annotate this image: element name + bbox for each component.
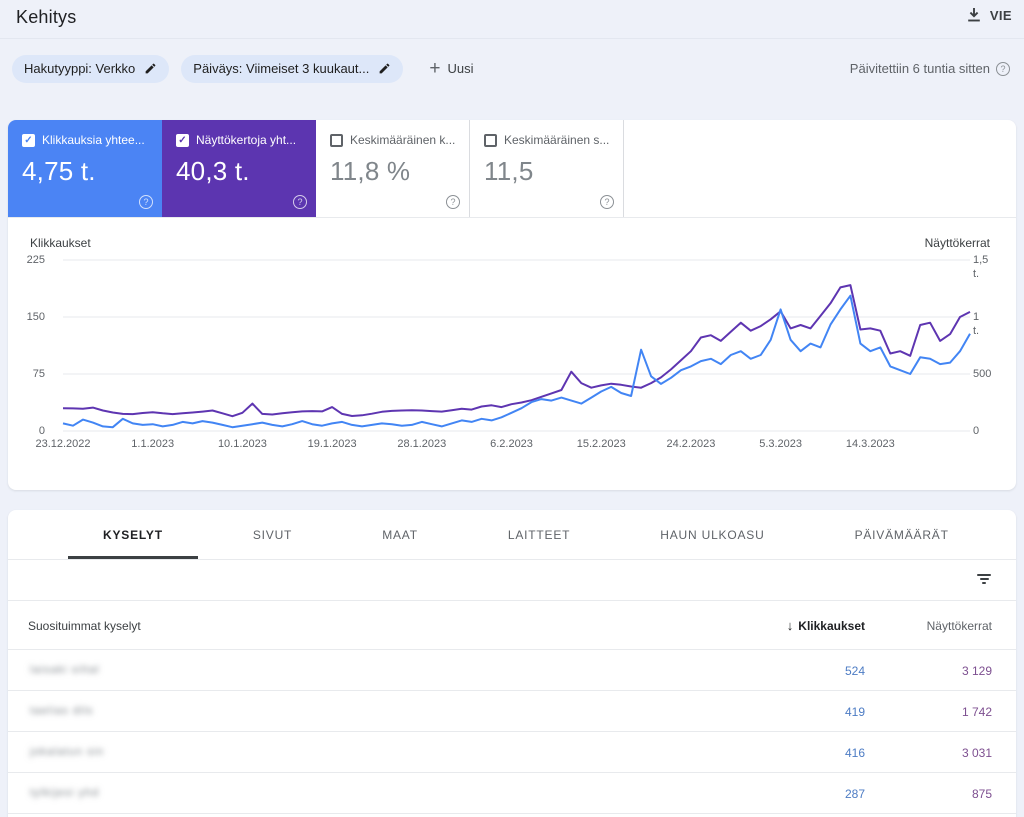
left-axis-label: Klikkaukset	[30, 236, 91, 250]
clicks-cell: 524	[844, 664, 865, 678]
metric-value: 4,75 t.	[22, 156, 96, 186]
details-card: KYSELYT SIVUT MAAT LAITTEET HAUN ULKOASU PÄIV…	[8, 510, 1016, 817]
x-axis-label: 5.3.2023	[759, 438, 803, 450]
filter-icon[interactable]	[976, 574, 992, 584]
query-cell-redacted: laisaki siltal	[30, 664, 100, 676]
right-axis-tick: 0	[973, 425, 980, 437]
right-axis-tick: 500	[973, 368, 992, 380]
filter-chip-label: Päiväys: Viimeiset 3 kuukaut...	[193, 61, 370, 76]
performance-chart-svg	[62, 259, 971, 432]
tab-sivut[interactable]: SIVUT	[208, 510, 337, 559]
tab-p-iv-m-r-t[interactable]: PÄIVÄMÄÄRÄT	[810, 510, 994, 559]
performance-card: ✓ Klikkauksia yhtee... 4,75 t. ? ✓ Näytt…	[8, 120, 1016, 490]
metric-value: 11,5	[484, 156, 534, 186]
x-axis-labels: 23.12.2022 1.1.2023 10.1.2023 19.1.2023 28.1…	[35, 438, 970, 454]
table-row[interactable]: laisaki siltal 524 3 129	[8, 650, 1016, 691]
metric-label: Näyttökertoja yht...	[196, 133, 297, 147]
checkbox-unchecked-icon[interactable]	[484, 133, 497, 147]
edit-icon	[145, 63, 156, 74]
x-axis-label: 14.3.2023	[845, 438, 895, 450]
table-body: laisaki siltal 524 3 129 taelias dils 419 1 7…	[8, 650, 1016, 814]
new-filter-button[interactable]: + Uusi	[429, 59, 473, 78]
metrics-row: ✓ Klikkauksia yhtee... 4,75 t. ? ✓ Näytt…	[8, 120, 1016, 218]
tab-kyselyt[interactable]: KYSELYT	[58, 510, 208, 559]
impressions-cell: 3 031	[961, 746, 992, 760]
clicks-header[interactable]: ↓ Klikkaukset	[787, 619, 865, 633]
query-cell-redacted: taelias dils	[30, 705, 94, 717]
plus-icon: +	[429, 58, 441, 79]
x-axis-label: 15.2.2023	[576, 438, 626, 450]
clicks-cell: 416	[844, 746, 865, 760]
help-icon[interactable]: ?	[446, 195, 460, 209]
checkbox-checked-icon[interactable]: ✓	[176, 133, 189, 147]
right-axis-tick: 1 t.	[973, 311, 980, 337]
impressions-cell: 3 129	[961, 664, 992, 678]
last-updated: Päivitettiin 6 tuntia sitten ?	[850, 61, 1010, 76]
filter-chip-search-type[interactable]: Hakutyyppi: Verkko	[12, 54, 170, 83]
x-axis-label: 23.12.2022	[35, 438, 91, 450]
metric-label: Klikkauksia yhtee...	[42, 133, 145, 147]
right-axis-label: Näyttökerrat	[924, 236, 990, 250]
metric-label: Keskimääräinen s...	[504, 133, 610, 147]
sort-desc-icon: ↓	[786, 618, 794, 633]
performance-chart: Klikkaukset Näyttökerrat 225 150 75 0 1,5 t…	[8, 218, 1016, 489]
table-toolbar	[8, 560, 1016, 601]
impressions-cell: 1 742	[961, 705, 992, 719]
page-title: Kehitys	[16, 7, 77, 27]
left-axis-tick: 75	[32, 368, 45, 380]
impressions-header[interactable]: Näyttökerrat	[927, 619, 992, 633]
tab-haun-ulkoasu[interactable]: HAUN ULKOASU	[615, 510, 809, 559]
filters-row: Hakutyyppi: Verkko Päiväys: Viimeiset 3 …	[0, 40, 1024, 97]
metric-card-average-position[interactable]: Keskimääräinen s... 11,5 ?	[470, 120, 624, 217]
help-icon[interactable]: ?	[996, 61, 1010, 76]
x-axis-label: 6.2.2023	[490, 438, 533, 450]
x-axis-label: 1.1.2023	[131, 438, 175, 450]
query-cell-redacted: tylkijesi yhd	[30, 787, 100, 799]
filter-chip-label: Hakutyyppi: Verkko	[24, 61, 136, 76]
tab-laitteet[interactable]: LAITTEET	[463, 510, 615, 559]
filter-chip-date-range[interactable]: Päiväys: Viimeiset 3 kuukaut...	[181, 54, 404, 83]
help-icon[interactable]: ?	[600, 195, 614, 209]
x-axis-label: 24.2.2023	[666, 438, 716, 450]
metric-value: 11,8 %	[330, 156, 411, 186]
metric-value: 40,3 t.	[176, 156, 250, 186]
clicks-line	[62, 294, 971, 429]
table-row[interactable]: jokalatun sin 416 3 031	[8, 732, 1016, 773]
checkbox-unchecked-icon[interactable]	[330, 133, 343, 147]
x-axis-label: 28.1.2023	[397, 438, 447, 450]
table-row[interactable]: taelias dils 419 1 742	[8, 691, 1016, 732]
query-cell-redacted: jokalatun sin	[30, 746, 105, 758]
clicks-cell: 287	[844, 787, 865, 801]
metric-card-total-impressions[interactable]: ✓ Näyttökertoja yht... 40,3 t. ?	[162, 120, 316, 217]
clicks-cell: 419	[844, 705, 865, 719]
help-icon[interactable]: ?	[139, 195, 153, 209]
metric-label: Keskimääräinen k...	[350, 133, 456, 147]
left-axis-tick: 150	[26, 311, 45, 323]
export-button[interactable]: VIE	[967, 7, 1012, 23]
edit-icon	[379, 63, 390, 74]
tabs: KYSELYT SIVUT MAAT LAITTEET HAUN ULKOASU PÄIV…	[8, 510, 1016, 560]
export-label: VIE	[989, 7, 1012, 23]
left-axis-tick: 0	[38, 425, 45, 437]
impressions-line	[62, 284, 971, 418]
metric-card-total-clicks[interactable]: ✓ Klikkauksia yhtee... 4,75 t. ?	[8, 120, 162, 217]
new-filter-label: Uusi	[447, 61, 474, 76]
clicks-header-label: Klikkaukset	[798, 619, 865, 633]
x-axis-label: 19.1.2023	[307, 438, 357, 450]
download-icon	[968, 8, 980, 22]
table-header: Suosituimmat kyselyt ↓ Klikkaukset Näytt…	[8, 601, 1016, 650]
tab-maat[interactable]: MAAT	[337, 510, 463, 559]
topbar: Kehitys VIE	[0, 0, 1024, 39]
impressions-cell: 875	[971, 787, 992, 801]
queries-header: Suosituimmat kyselyt	[28, 619, 141, 633]
x-axis-label: 10.1.2023	[217, 438, 267, 450]
last-updated-text: Päivitettiin 6 tuntia sitten	[849, 61, 990, 76]
help-icon[interactable]: ?	[293, 195, 307, 209]
search-console-performance-page: Kehitys VIE Hakutyyppi: Verkko Päiväys: …	[0, 0, 1024, 817]
metric-card-average-ctr[interactable]: Keskimääräinen k... 11,8 % ?	[316, 120, 470, 217]
left-axis-tick: 225	[26, 254, 45, 266]
checkbox-checked-icon[interactable]: ✓	[22, 133, 35, 147]
table-row[interactable]: tylkijesi yhd 287 875	[8, 773, 1016, 814]
right-axis-tick: 1,5 t.	[973, 254, 989, 280]
